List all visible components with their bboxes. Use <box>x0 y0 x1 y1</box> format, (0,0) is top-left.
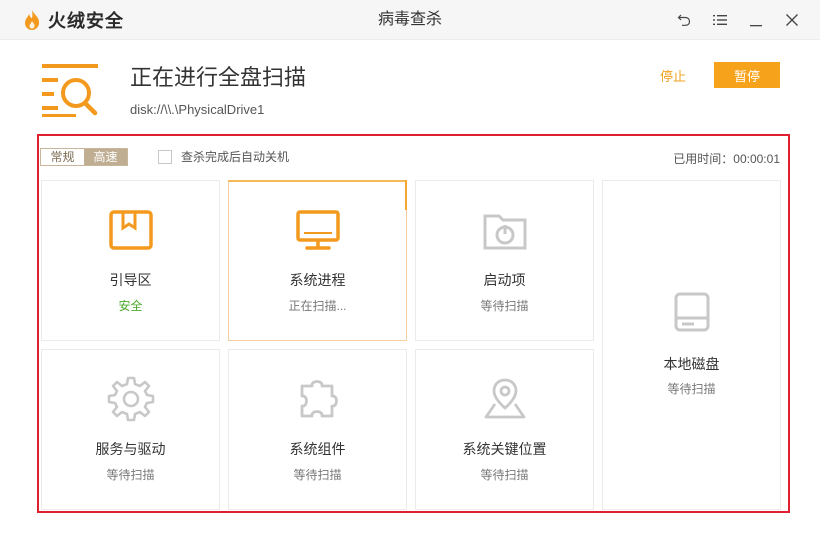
map-pin-icon <box>484 378 525 419</box>
startup-folder-icon <box>483 214 526 250</box>
scan-item-name: 引导区 <box>109 272 152 288</box>
current-scan-path: disk://\\.\PhysicalDrive1 <box>130 102 265 117</box>
mode-fast-option[interactable]: 高速 <box>84 149 127 165</box>
flame-icon <box>25 10 40 30</box>
scan-item-status: 等待扫描 <box>106 468 155 482</box>
auto-shutdown-option[interactable]: 查杀完成后自动关机 <box>158 148 289 165</box>
title-bar: 火绒安全 病毒查杀 <box>0 0 820 40</box>
gear-icon <box>107 376 154 422</box>
scan-item-name: 系统进程 <box>289 272 346 288</box>
scan-item-name: 服务与驱动 <box>95 441 166 457</box>
scan-item-name: 系统组件 <box>289 441 346 457</box>
scan-item-local-disk: 本地磁盘 等待扫描 <box>602 180 781 510</box>
scan-item-system-key-locations: 系统关键位置 等待扫描 <box>415 349 594 510</box>
active-indicator <box>405 180 407 210</box>
scan-item-name: 启动项 <box>483 272 526 288</box>
minimize-button[interactable] <box>746 10 766 30</box>
scan-item-system-process: 系统进程 正在扫描... <box>228 180 407 341</box>
menu-button[interactable] <box>710 10 730 30</box>
brand-logo: 火绒安全 <box>22 8 124 32</box>
scan-item-boot-sector: 引导区 安全 <box>41 180 220 341</box>
scan-item-services-drivers: 服务与驱动 等待扫描 <box>41 349 220 510</box>
scan-item-startup: 启动项 等待扫描 <box>415 180 594 341</box>
scan-heading: 正在进行全盘扫描 <box>130 65 307 90</box>
scan-item-status: 等待扫描 <box>480 299 529 313</box>
elapsed-value: 00:00:01 <box>733 152 780 166</box>
minimize-icon <box>750 25 762 27</box>
scan-item-status: 等待扫描 <box>667 382 716 396</box>
hard-disk-icon <box>674 292 709 332</box>
list-menu-icon <box>713 15 727 25</box>
scan-mode-toggle[interactable]: 常规 高速 <box>40 148 128 166</box>
brand-name: 火绒安全 <box>48 11 124 31</box>
scan-item-status: 等待扫描 <box>480 468 529 482</box>
bookmark-box-icon <box>108 210 153 250</box>
scan-item-status: 等待扫描 <box>293 468 342 482</box>
puzzle-icon <box>300 380 338 418</box>
scan-item-name: 系统关键位置 <box>462 441 547 457</box>
active-indicator-top <box>228 180 406 182</box>
scan-item-status: 正在扫描... <box>288 299 347 313</box>
scan-magnifier-icon <box>42 64 98 117</box>
pause-button[interactable]: 暂停 <box>714 62 780 88</box>
mode-normal-option[interactable]: 常规 <box>41 149 84 165</box>
stop-button[interactable]: 停止 <box>660 66 686 85</box>
elapsed-time: 已用时间：00:00:01 <box>673 150 780 167</box>
scan-item-status: 安全 <box>118 299 143 313</box>
close-icon <box>786 14 798 26</box>
auto-shutdown-checkbox[interactable] <box>158 149 172 164</box>
elapsed-label: 已用时间： <box>673 152 734 166</box>
scan-item-system-components: 系统组件 等待扫描 <box>228 349 407 510</box>
auto-shutdown-label: 查杀完成后自动关机 <box>181 150 290 164</box>
undo-icon <box>677 14 691 26</box>
close-button[interactable] <box>782 10 802 30</box>
scan-item-name: 本地磁盘 <box>663 356 720 372</box>
monitor-icon <box>295 210 340 250</box>
back-button[interactable] <box>674 10 694 30</box>
